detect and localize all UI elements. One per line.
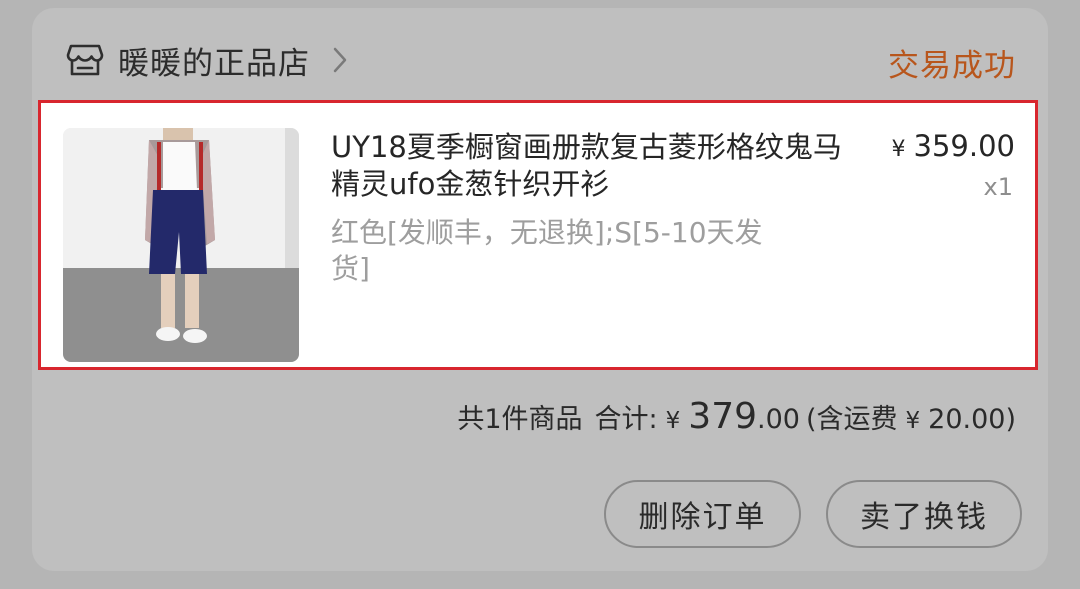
shop-name[interactable]: 暖暖的正品店 (118, 38, 310, 83)
shipping-value: 20.00) (928, 404, 1016, 435)
product-quantity: x1 (983, 173, 1013, 201)
shipping-prefix: (含运费 (805, 404, 898, 435)
total-label: 合计: (594, 404, 658, 435)
total-integer: 379 (688, 396, 758, 437)
product-title[interactable]: UY18夏季橱窗画册款复古菱形格纹鬼马精灵ufo金葱针织开衫 (331, 129, 851, 203)
total-currency: ¥ (665, 408, 681, 434)
item-count: 共1件商品 (457, 404, 583, 435)
shop-header[interactable]: 暖暖的正品店 (66, 36, 348, 84)
product-price: ¥359.00 (892, 129, 1015, 163)
price-currency: ¥ (891, 137, 906, 162)
total-decimal: .00 (757, 404, 800, 435)
delete-order-button[interactable]: 删除订单 (604, 480, 801, 548)
order-item[interactable]: UY18夏季橱窗画册款复古菱形格纹鬼马精灵ufo金葱针织开衫 红色[发顺丰，无退… (38, 100, 1038, 370)
chevron-right-icon[interactable] (332, 46, 348, 74)
resell-button[interactable]: 卖了换钱 (826, 480, 1022, 548)
product-sku: 红色[发顺丰，无退换];S[5-10天发货] (331, 216, 763, 285)
order-summary: 共1件商品 合计: ¥ 379 .00 (含运费 ¥ 20.00) (457, 396, 1016, 437)
shipping-currency: ¥ (905, 408, 921, 434)
price-value: 359.00 (913, 129, 1015, 163)
product-image[interactable] (63, 128, 299, 362)
order-status: 交易成功 (888, 48, 1016, 84)
store-icon (66, 41, 104, 79)
